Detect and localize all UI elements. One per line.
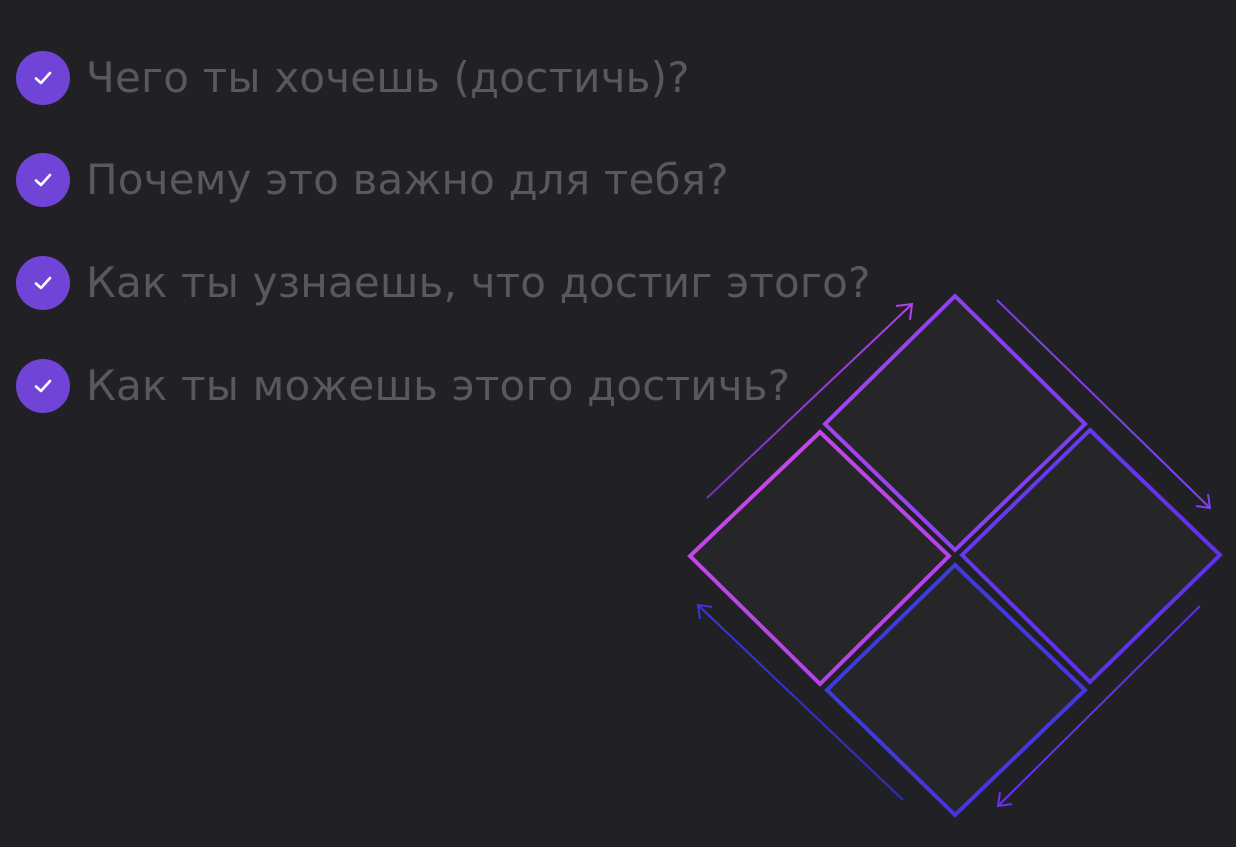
- four-diamond-cycle-icon: [687, 293, 1223, 818]
